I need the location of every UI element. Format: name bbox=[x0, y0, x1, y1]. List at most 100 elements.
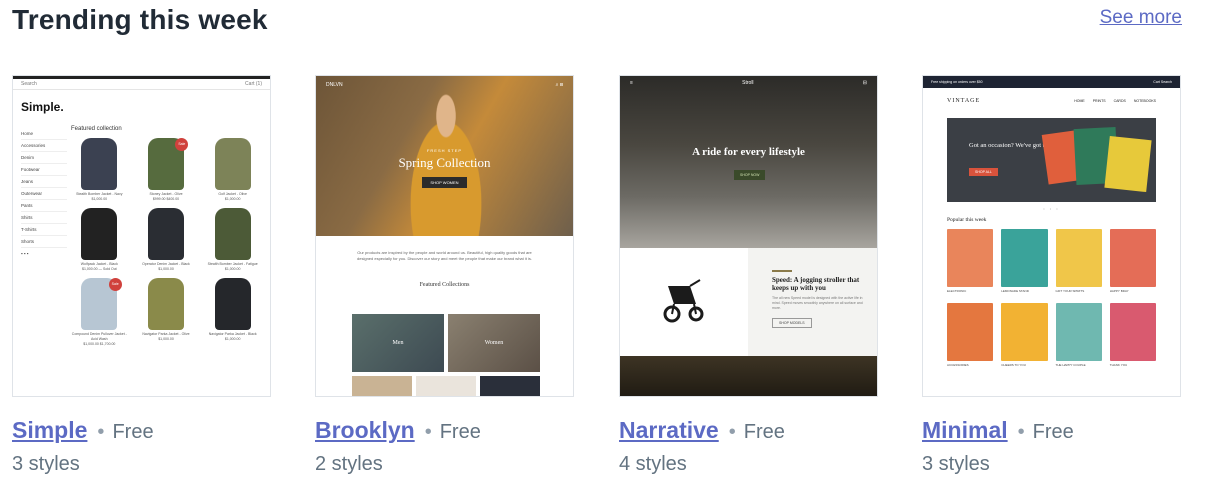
hero-cta: SHOP NOW bbox=[734, 170, 766, 180]
product-name: HAPPY BDAY bbox=[1109, 289, 1129, 293]
preview-logo: VINTAGE bbox=[947, 98, 981, 104]
section-title: Trending this week bbox=[12, 4, 268, 35]
preview-brand: Simple. bbox=[21, 100, 64, 114]
collection-tiles: Men Women bbox=[352, 314, 540, 372]
product-card: THANK YOU bbox=[1109, 303, 1156, 371]
theme-card-brooklyn: DNLVN ⌕ ⊟ FRESH STEP Spring Collection S… bbox=[315, 75, 574, 476]
collection-tiles-row2 bbox=[352, 376, 540, 396]
theme-card-narrative: ≡ Stroll ⊟ A ride for every lifestyle SH… bbox=[619, 75, 878, 476]
social-icons: ▪ ▪ ▪ bbox=[21, 251, 29, 256]
product-card: LEMONADE STAND bbox=[1001, 229, 1048, 297]
separator-dot: • bbox=[728, 421, 736, 443]
product-price: $1,000.00 bbox=[91, 197, 108, 201]
theme-meta: Simple • Free bbox=[12, 417, 271, 445]
nav-link: CARDS bbox=[1113, 99, 1126, 103]
nav-links: HOME PRINTS CARDS NOTEBOOKS bbox=[1074, 99, 1156, 103]
product-card: Sale Stoney Jacket - Olive $999.00 $400.00 bbox=[138, 138, 195, 202]
carousel-dots: • • • bbox=[1043, 206, 1060, 211]
hero-card-art bbox=[1104, 135, 1152, 193]
theme-styles-count: 4 styles bbox=[619, 453, 687, 475]
section-header: Trending this week See more bbox=[12, 0, 1182, 40]
preview-featured-heading: Featured Collections bbox=[419, 282, 470, 288]
menu-icon: ≡ bbox=[630, 80, 633, 86]
preview-brand: DNLVN bbox=[326, 82, 343, 88]
collection-tile-men: Men bbox=[352, 314, 444, 372]
bottom-photo bbox=[620, 356, 877, 396]
product-name: ACCESSORIES bbox=[947, 363, 969, 367]
preview-search: Search bbox=[1160, 80, 1172, 84]
theme-meta: Minimal • Free bbox=[922, 417, 1181, 445]
product-image bbox=[1001, 303, 1048, 361]
product-card: ELECTRONIC bbox=[947, 229, 994, 297]
sidebar-item: Denim bbox=[21, 152, 67, 164]
preview-cart: Cart (1) bbox=[245, 81, 262, 87]
collection-tile-women: Women bbox=[448, 314, 540, 372]
product-card: THE HAPPY COUPLE bbox=[1055, 303, 1102, 371]
product-card: HAPPY BDAY bbox=[1109, 229, 1156, 297]
preview-hero: ≡ Stroll ⊟ A ride for every lifestyle SH… bbox=[620, 76, 877, 248]
preview-nav: VINTAGE HOME PRINTS CARDS NOTEBOOKS bbox=[923, 88, 1180, 114]
sidebar-item: Accessories bbox=[21, 140, 67, 152]
sidebar-item: Shirts bbox=[21, 212, 67, 224]
product-image bbox=[1055, 229, 1102, 287]
sidebar-item: Shorts bbox=[21, 236, 67, 248]
product-image bbox=[147, 278, 184, 330]
sidebar-item: Footwear bbox=[21, 164, 67, 176]
hero-text: FRESH STEP Spring Collection SHOP WOMEN bbox=[316, 148, 573, 189]
separator-dot: • bbox=[424, 421, 432, 443]
product-price: $1,000.00 bbox=[224, 337, 241, 341]
product-price: $1,000.00 bbox=[158, 337, 174, 341]
hero-shop-button: SHOP WOMEN bbox=[422, 177, 467, 188]
preview-cart: Cart bbox=[1153, 80, 1160, 84]
product-name: Compound Denim Pullover Jacket - Acid Wa… bbox=[71, 332, 127, 341]
promo-bar: Free shipping on orders over $50 Cart Se… bbox=[923, 76, 1180, 88]
preview-brand: Stroll bbox=[742, 80, 754, 86]
stroller-icon bbox=[663, 279, 704, 323]
product-card: Stealth Bomber Jacket - Fatigue $1,000.00 bbox=[204, 208, 261, 272]
theme-meta: Brooklyn • Free bbox=[315, 417, 574, 445]
theme-preview-brooklyn[interactable]: DNLVN ⌕ ⊟ FRESH STEP Spring Collection S… bbox=[315, 75, 574, 397]
theme-name-link[interactable]: Narrative bbox=[619, 417, 719, 444]
nav-link: HOME bbox=[1074, 99, 1085, 103]
feature-text: Speed: A jogging stroller that keeps up … bbox=[748, 248, 877, 356]
feature-section: Speed: A jogging stroller that keeps up … bbox=[620, 248, 877, 356]
preview-hero: DNLVN ⌕ ⊟ FRESH STEP Spring Collection S… bbox=[316, 76, 573, 236]
theme-meta: Narrative • Free bbox=[619, 417, 878, 445]
product-image bbox=[947, 303, 994, 361]
product-card: Sale Compound Denim Pullover Jacket - Aci… bbox=[71, 278, 128, 347]
feature-copy: The all new Speed model is designed with… bbox=[772, 296, 863, 310]
preview-nav: ≡ Stroll ⊟ bbox=[630, 80, 867, 86]
preview-search: Search bbox=[21, 81, 37, 87]
nav-link: PRINTS bbox=[1092, 99, 1106, 103]
product-card: GIFT YOUR SPIRITS bbox=[1055, 229, 1102, 297]
theme-name-link[interactable]: Brooklyn bbox=[315, 417, 415, 444]
theme-preview-simple[interactable]: Search Cart (1) Simple. Home Accessories D… bbox=[12, 75, 271, 397]
product-image bbox=[1055, 303, 1102, 361]
product-name: GIFT YOUR SPIRITS bbox=[1055, 289, 1085, 293]
product-card: Operator Denim Jacket - Black $1,000.00 bbox=[138, 208, 195, 272]
product-image bbox=[214, 278, 251, 330]
theme-name-link[interactable]: Simple bbox=[12, 417, 87, 444]
product-card: Stealth Bomber Jacket - Navy $1,000.00 bbox=[71, 138, 128, 202]
separator-dot: • bbox=[1017, 421, 1025, 443]
sidebar-item: Home bbox=[21, 128, 67, 140]
product-image bbox=[1109, 303, 1156, 361]
product-image bbox=[1109, 229, 1156, 287]
theme-card-simple: Search Cart (1) Simple. Home Accessories D… bbox=[12, 75, 271, 476]
feature-image bbox=[620, 248, 748, 356]
preview-hero: Got an occasion? We've got the card. SHO… bbox=[947, 118, 1156, 202]
product-card: Golf Jacket - Olive $1,000.00 bbox=[204, 138, 261, 202]
theme-price: Free bbox=[112, 421, 154, 443]
theme-preview-minimal[interactable]: Free shipping on orders over $50 Cart Se… bbox=[922, 75, 1181, 397]
product-image bbox=[81, 208, 118, 260]
theme-name-link[interactable]: Minimal bbox=[922, 417, 1008, 444]
tile-label: Men bbox=[392, 340, 404, 346]
theme-preview-narrative[interactable]: ≡ Stroll ⊟ A ride for every lifestyle SH… bbox=[619, 75, 878, 397]
see-more-link[interactable]: See more bbox=[1100, 7, 1182, 29]
product-price: $1,000.00 bbox=[158, 267, 174, 271]
hero-button: SHOP ALL bbox=[969, 168, 998, 176]
popular-grid: ELECTRONIC LEMONADE STAND GIFT YOUR SPIRIT… bbox=[947, 229, 1156, 371]
product-image bbox=[214, 208, 251, 260]
product-price: $999.00 $400.00 bbox=[152, 197, 180, 201]
popular-heading: Popular this week bbox=[947, 217, 987, 223]
